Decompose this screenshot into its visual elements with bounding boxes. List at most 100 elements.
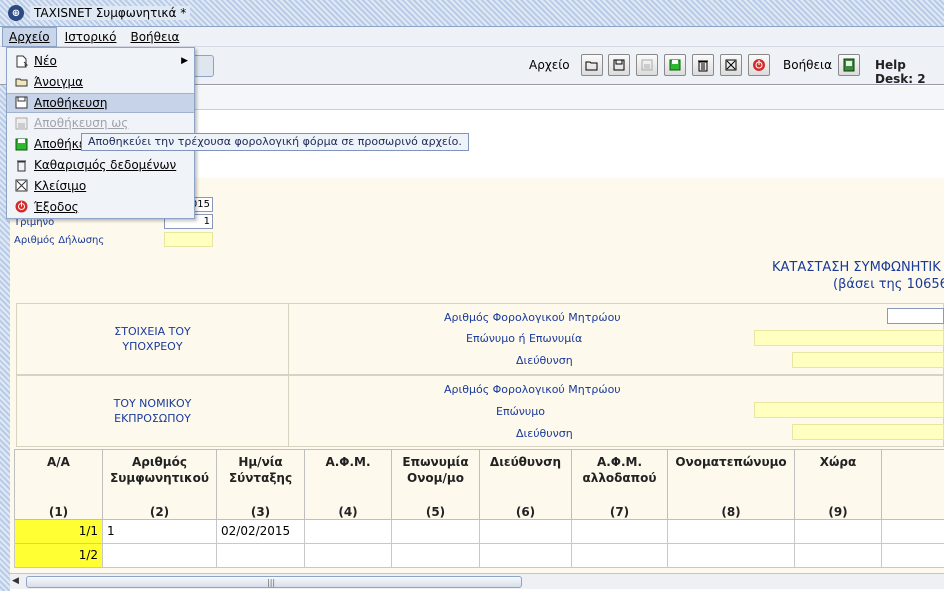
representative-section-title: ΤΟΥ ΝΟΜΙΚΟΥ ΕΚΠΡΟΣΩΠΟΥ [17,376,289,446]
table-cell[interactable] [667,544,794,568]
table-cell[interactable] [216,544,304,568]
table-cell[interactable] [794,544,881,568]
file-menu-item-1[interactable]: Νέο ▶ [7,51,194,71]
column-header-3: Ημ/νία Σύνταξης (3) [216,449,304,520]
menu-help[interactable]: Βοήθεια [124,28,185,46]
file-menu-item-8[interactable]: Έξοδος [7,197,194,217]
table-cell[interactable] [102,544,216,568]
file-menu-item-label: Άνοιγμα [34,74,84,89]
save-as-icon [14,116,28,130]
submenu-arrow-icon: ▶ [181,56,188,66]
obligor-address-input[interactable] [792,352,944,368]
toolbar-save-button[interactable] [608,54,630,76]
table-cell[interactable] [391,520,479,544]
close-box-icon [14,179,28,193]
page-heading: ΚΑΤΑΣΤΑΣΗ ΣΥΜΦΩΝΗΤΙΚ [772,260,941,275]
table-cell[interactable] [304,520,391,544]
toolbar-save-green-button[interactable] [664,54,686,76]
toolbar-help-label: Βοήθεια [783,58,832,72]
column-header-number: (3) [250,505,271,519]
obligor-afm-input[interactable] [887,308,944,324]
obligor-name-input[interactable] [754,330,944,346]
open-folder-icon [585,61,598,71]
file-menu-item-label: Αποθήκευση [34,95,108,110]
toolbar-trash-button[interactable] [692,54,714,76]
column-header-title: Ονοματεπώνυμο [675,455,787,469]
toolbar-help-book-button[interactable] [838,54,860,76]
table-cell[interactable] [667,520,794,544]
file-menu-item-4[interactable]: Αποθήκευση ως [7,113,194,133]
help-book-icon [843,58,855,72]
menu-bar: Αρχείο Ιστορικό Βοήθεια [0,26,944,47]
representative-name-label: Επώνυμο [496,405,546,418]
row-index-cell[interactable]: 1/1 [14,520,102,544]
representative-afm-label: Αριθμός Φορολογικού Μητρώου [444,383,621,396]
column-header-number: (1) [48,505,69,519]
window-title: TAXISNET Συμφωνητικά * [30,6,191,20]
table-cell[interactable] [794,520,881,544]
toolbar-helpdesk-label: Help Desk: 2 [875,58,926,86]
table-cell[interactable]: 02/02/2015 [216,520,304,544]
column-header-9: Χώρα (9) [794,449,881,520]
file-menu-item-label: Νέο [34,54,57,68]
representative-name-input[interactable] [754,402,944,418]
scrollbar-thumb[interactable]: ||| [26,576,522,588]
file-menu-item-6[interactable]: Καθαρισμός δεδομένων [7,155,194,175]
representative-address-label: Διεύθυνση [516,427,573,440]
column-header-extra [881,449,944,520]
obligor-section-title: ΣΤΟΙΧΕΙΑ ΤΟΥ ΥΠΟΧΡΕΟΥ [17,304,289,374]
page-subheading: (βάσει της 106560 [833,277,944,292]
column-header-title: Α.Φ.Μ. αλλοδαπού [582,455,657,485]
representative-title-line1: ΤΟΥ ΝΟΜΙΚΟΥ [113,397,192,410]
table-cell[interactable] [391,544,479,568]
save-icon [613,59,625,71]
toolbar-exit-button[interactable] [748,54,770,76]
table-cell[interactable] [479,520,571,544]
scroll-left-arrow-icon[interactable]: ◀ [12,576,24,588]
toolbar-close-button[interactable] [720,54,742,76]
open-folder-icon [14,75,28,89]
column-header-title: Α/Α [47,455,70,469]
menu-history[interactable]: Ιστορικό [59,28,123,46]
toolbar-open-button[interactable] [581,54,603,76]
save-icon [14,96,28,110]
column-header-7: Α.Φ.Μ. αλλοδαπού (7) [571,449,667,520]
menu-file[interactable]: Αρχείο [2,26,57,47]
representative-title-line2: ΕΚΠΡΟΣΩΠΟΥ [114,412,191,425]
column-header-5: Επωνυμία Ονομ/μο (5) [391,449,479,520]
obligor-afm-label: Αριθμός Φορολογικού Μητρώου [444,311,621,324]
table-cell-extra[interactable] [881,544,944,568]
table-cell-extra[interactable] [881,520,944,544]
column-header-title: Χώρα [819,455,857,469]
file-menu-item-7[interactable]: Κλείσιμο [7,176,194,196]
trash-icon [698,60,708,72]
column-header-number: (9) [828,505,848,519]
column-header-number: (4) [338,505,358,519]
obligor-address-label: Διεύθυνση [516,354,573,367]
file-menu-item-label: Έξοδος [34,199,79,214]
column-header-title: Α.Φ.Μ. [325,455,371,469]
toolbar-save-as-button[interactable] [636,54,658,76]
table-cell[interactable] [479,544,571,568]
column-header-title: Αριθμός Συμφωνητικού [110,455,209,485]
declaration-number-label: Αριθμός Δήλωσης [14,235,105,246]
power-icon [14,200,28,214]
title-bar: ⊕ TAXISNET Συμφωνητικά * [0,0,944,27]
table-cell[interactable] [571,544,667,568]
column-header-number: (6) [515,505,536,519]
table-cell[interactable]: 1 [102,520,216,544]
column-header-title: Επωνυμία Ονομ/μο [402,455,469,485]
obligor-title-line2: ΥΠΟΧΡΕΟΥ [122,340,183,353]
save-as-icon [641,59,653,71]
horizontal-scrollbar[interactable]: ◀ ||| [10,573,944,589]
file-menu-item-3[interactable]: Αποθήκευση [7,92,194,113]
representative-address-input[interactable] [792,424,944,440]
table-cell[interactable] [304,544,391,568]
column-header-number: (2) [149,505,170,519]
row-index-cell[interactable]: 1/2 [14,544,102,568]
file-menu-item-2[interactable]: Άνοιγμα [7,72,194,92]
obligor-title-line1: ΣΤΟΙΧΕΙΑ ΤΟΥ [114,325,191,338]
table-cell[interactable] [571,520,667,544]
obligor-name-label: Επώνυμο ή Επωνυμία [466,332,583,345]
declaration-number-input[interactable] [164,232,213,247]
